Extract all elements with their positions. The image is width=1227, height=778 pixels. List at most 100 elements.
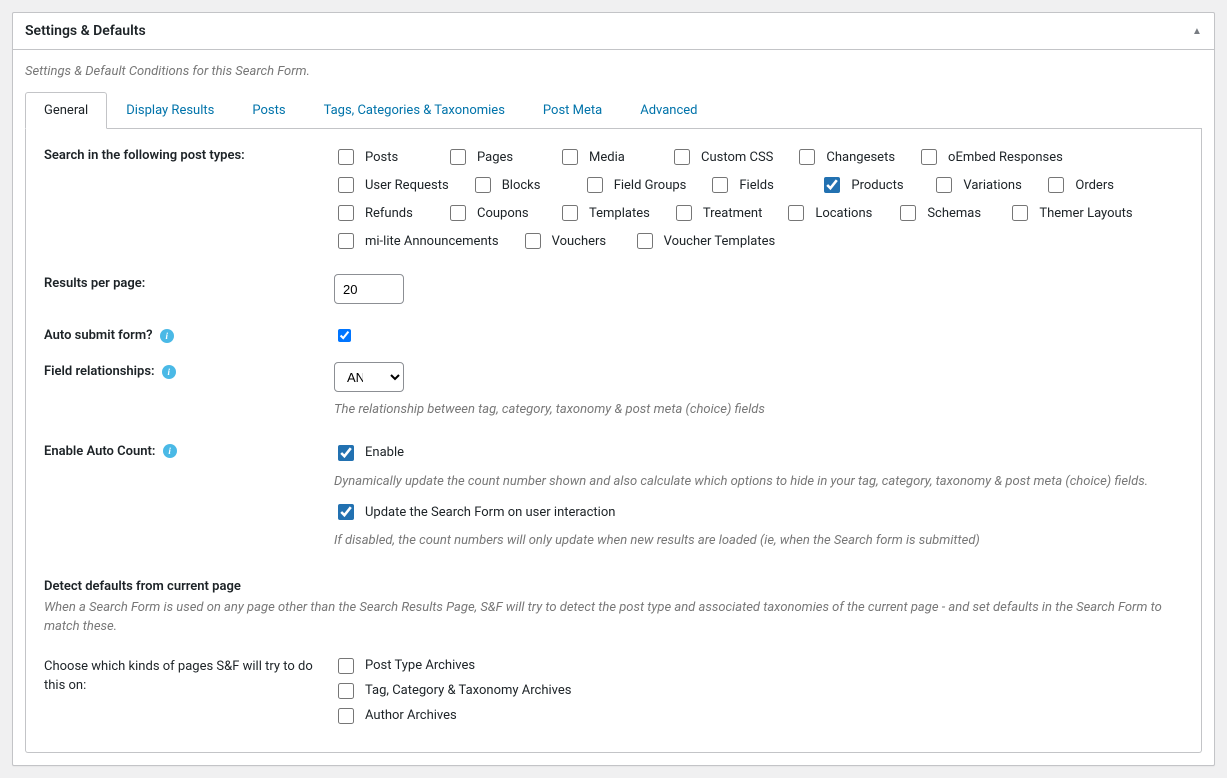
post-type-checkbox[interactable] [712, 177, 728, 193]
post-type-item[interactable]: Coupons [446, 202, 536, 224]
post-type-label: Media [589, 150, 625, 165]
info-icon[interactable]: i [162, 365, 176, 379]
post-type-item[interactable]: Treatment [672, 202, 763, 224]
post-type-checkbox[interactable] [525, 233, 541, 249]
post-type-checkbox[interactable] [921, 149, 937, 165]
post-type-label: Orders [1075, 178, 1114, 193]
post-type-item[interactable]: Locations [784, 202, 874, 224]
relationships-help: The relationship between tag, category, … [334, 400, 1183, 420]
detect-label: Tag, Category & Taxonomy Archives [365, 683, 571, 698]
post-type-label: Variations [963, 178, 1021, 193]
tab-tax[interactable]: Tags, Categories & Taxonomies [305, 92, 524, 129]
post-type-checkbox[interactable] [936, 177, 952, 193]
detect-item[interactable]: Post Type Archives [334, 655, 1183, 677]
row-post-types: Search in the following post types: Post… [44, 146, 1183, 252]
post-type-checkbox[interactable] [450, 149, 466, 165]
detect-checkbox[interactable] [338, 658, 354, 674]
post-type-label: oEmbed Responses [948, 150, 1063, 165]
post-type-item[interactable]: Blocks [471, 174, 561, 196]
post-type-item[interactable]: Custom CSS [670, 146, 773, 168]
auto-count-update-label: Update the Search Form on user interacti… [365, 505, 615, 520]
post-type-label: Field Groups [614, 178, 687, 193]
auto-count-update[interactable]: Update the Search Form on user interacti… [334, 501, 1183, 523]
post-type-label: Pages [477, 150, 513, 165]
detect-item-list: Post Type Archives Tag, Category & Taxono… [334, 655, 1183, 730]
post-type-item[interactable]: Refunds [334, 202, 424, 224]
post-type-checkbox[interactable] [338, 205, 354, 221]
detect-item[interactable]: Author Archives [334, 705, 1183, 727]
post-type-checkbox[interactable] [450, 205, 466, 221]
tab-adv[interactable]: Advanced [621, 92, 716, 129]
post-type-checkbox[interactable] [1048, 177, 1064, 193]
post-type-label: Templates [589, 206, 650, 221]
post-type-item[interactable]: Variations [932, 174, 1022, 196]
results-per-page-input[interactable] [334, 274, 404, 304]
post-type-item[interactable]: Changesets [795, 146, 895, 168]
post-type-checkbox[interactable] [788, 205, 804, 221]
auto-count-enable-checkbox[interactable] [338, 445, 354, 461]
tab-posts[interactable]: Posts [233, 92, 304, 129]
post-type-checkbox[interactable] [637, 233, 653, 249]
post-type-item[interactable]: Themer Layouts [1008, 202, 1132, 224]
post-type-checkbox[interactable] [562, 149, 578, 165]
label-post-types: Search in the following post types: [44, 146, 334, 163]
post-type-label: Voucher Templates [664, 234, 776, 249]
post-type-item[interactable]: oEmbed Responses [917, 146, 1063, 168]
post-type-label: Schemas [927, 206, 981, 221]
panel-toggle[interactable]: ▲ [1180, 14, 1214, 48]
row-detect-choose: Choose which kinds of pages S&F will try… [44, 655, 1183, 730]
post-type-item[interactable]: Voucher Templates [633, 230, 776, 252]
post-type-label: Products [851, 178, 903, 193]
info-icon[interactable]: i [160, 329, 174, 343]
row-results-per-page: Results per page: [44, 274, 1183, 304]
relationships-select[interactable]: ANDOR [334, 362, 404, 392]
post-type-label: Vouchers [552, 234, 607, 249]
post-type-item[interactable]: Posts [334, 146, 424, 168]
post-type-item[interactable]: Orders [1044, 174, 1134, 196]
label-relationships-text: Field relationships: [44, 364, 155, 379]
post-type-item[interactable]: Products [820, 174, 910, 196]
post-type-label: Refunds [365, 206, 413, 221]
label-results-per-page: Results per page: [44, 274, 334, 291]
post-type-item[interactable]: User Requests [334, 174, 449, 196]
post-type-checkbox[interactable] [674, 149, 690, 165]
auto-submit-checkbox[interactable] [338, 329, 351, 342]
tab-general-content: Search in the following post types: Post… [25, 128, 1202, 753]
detect-label: Post Type Archives [365, 658, 475, 673]
post-type-checkbox[interactable] [338, 177, 354, 193]
post-type-item[interactable]: Fields [708, 174, 798, 196]
post-type-checkbox[interactable] [562, 205, 578, 221]
post-type-checkbox[interactable] [338, 149, 354, 165]
post-type-checkbox[interactable] [475, 177, 491, 193]
post-type-label: Coupons [477, 206, 529, 221]
post-type-checkbox[interactable] [587, 177, 603, 193]
tab-general[interactable]: General [25, 92, 107, 129]
tab-display[interactable]: Display Results [107, 92, 233, 129]
auto-count-enable[interactable]: Enable [334, 442, 1183, 464]
tab-meta[interactable]: Post Meta [524, 92, 621, 129]
post-type-item[interactable]: Pages [446, 146, 536, 168]
detect-item[interactable]: Tag, Category & Taxonomy Archives [334, 680, 1183, 702]
detect-checkbox[interactable] [338, 683, 354, 699]
label-detect-choose: Choose which kinds of pages S&F will try… [44, 655, 334, 696]
post-type-checkbox[interactable] [900, 205, 916, 221]
post-type-checkbox[interactable] [799, 149, 815, 165]
post-type-item[interactable]: mi-lite Announcements [334, 230, 499, 252]
post-type-item[interactable]: Field Groups [583, 174, 687, 196]
info-icon[interactable]: i [163, 444, 177, 458]
detect-checkbox[interactable] [338, 708, 354, 724]
post-type-item[interactable]: Media [558, 146, 648, 168]
post-type-checkbox[interactable] [1012, 205, 1028, 221]
post-type-label: Posts [365, 150, 398, 165]
auto-count-update-checkbox[interactable] [338, 504, 354, 520]
post-type-item[interactable]: Templates [558, 202, 650, 224]
post-type-checkbox[interactable] [338, 233, 354, 249]
label-auto-count: Enable Auto Count: i [44, 442, 334, 459]
post-type-item[interactable]: Vouchers [521, 230, 611, 252]
post-type-item[interactable]: Schemas [896, 202, 986, 224]
post-type-checkbox[interactable] [676, 205, 692, 221]
post-type-checkbox[interactable] [824, 177, 840, 193]
panel-title: Settings & Defaults [13, 13, 158, 49]
label-auto-count-text: Enable Auto Count: [44, 444, 155, 459]
post-type-label: Themer Layouts [1039, 206, 1132, 221]
